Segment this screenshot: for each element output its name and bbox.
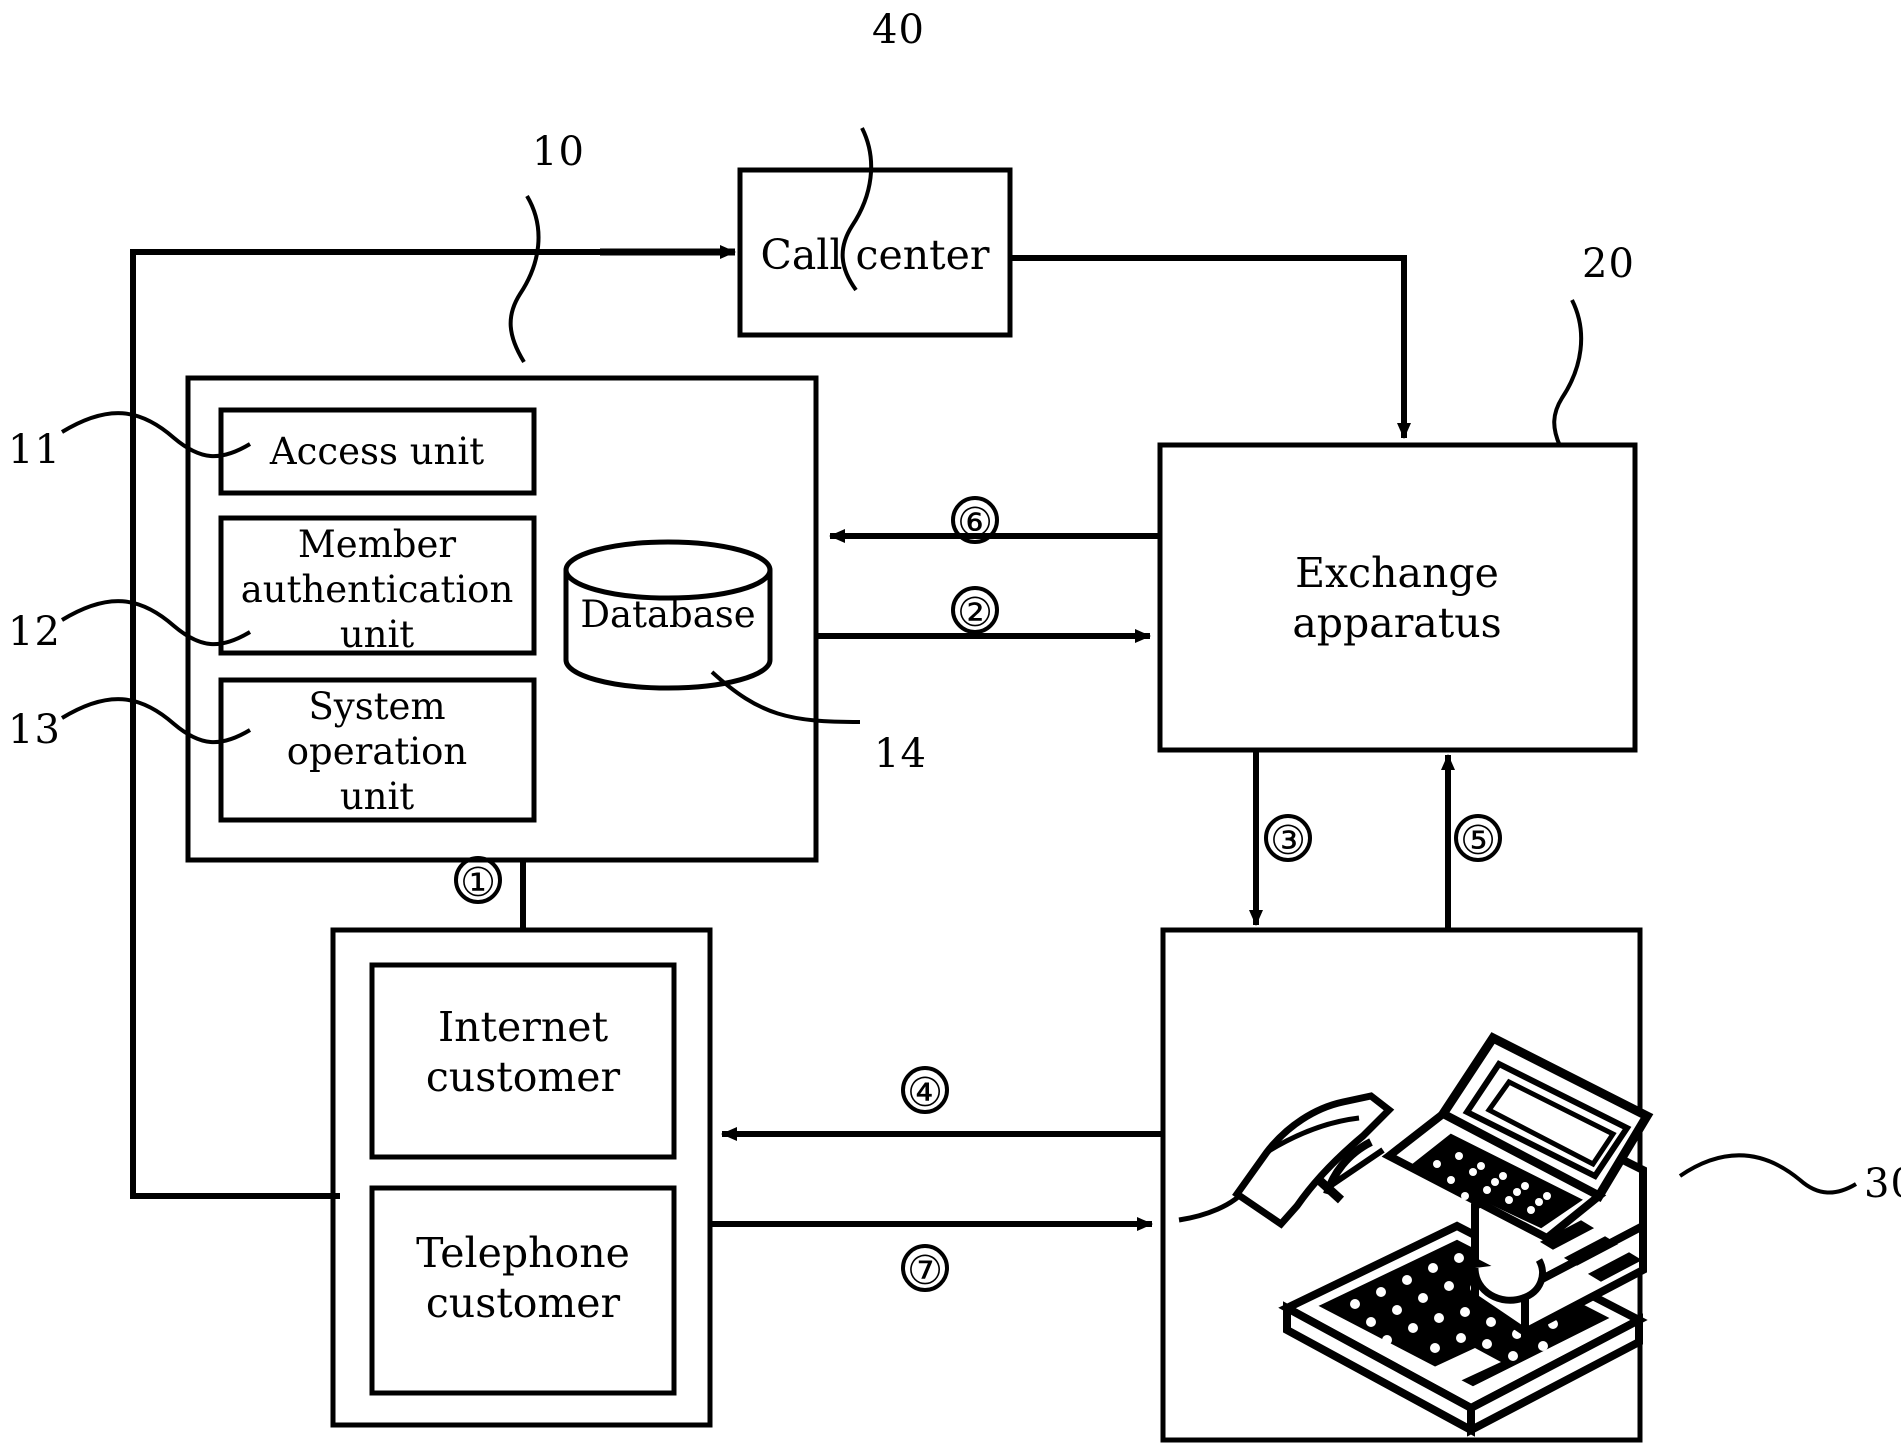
flow-marker-1: ① [460, 860, 496, 906]
database-top-ellipse [563, 539, 773, 601]
flow-marker-6: ⑥ [957, 500, 993, 546]
flow-marker-7: ⑦ [907, 1248, 943, 1294]
member-authentication-unit-label: Member authentication unit [240, 523, 514, 657]
figure-canvas: 40 10 20 11 12 13 14 30 Call center Acce… [0, 0, 1901, 1447]
call-center-label: Call center [760, 231, 990, 279]
internet-customer-label: Internet customer [425, 1003, 621, 1102]
leader-10 [508, 194, 541, 364]
ref-numeral-20: 20 [1582, 241, 1635, 287]
database-label: Database [580, 593, 756, 636]
ref-numeral-14: 14 [874, 731, 927, 777]
leader-30 [1678, 1153, 1858, 1195]
ref-numeral-11: 11 [8, 427, 61, 473]
ref-numeral-40: 40 [872, 7, 925, 53]
arrow-call-center-to-exchange [1010, 255, 1411, 439]
ref-numeral-13: 13 [8, 707, 61, 753]
access-unit-label: Access unit [269, 430, 485, 473]
database-bottom-arc [563, 659, 773, 691]
flow-marker-5: ⑤ [1460, 818, 1496, 864]
ref-numeral-30: 30 [1864, 1161, 1901, 1207]
system-operation-unit-label: System operation unit [286, 685, 468, 819]
ref-numeral-10: 10 [532, 129, 585, 175]
leader-20 [1552, 299, 1584, 447]
telephone-computer-keyboard-illustration [1178, 1032, 1654, 1437]
flow-marker-4: ④ [907, 1070, 943, 1116]
ref-numeral-12: 12 [8, 609, 61, 655]
exchange-apparatus-label: Exchange apparatus [1292, 549, 1502, 648]
flow-marker-2: ② [957, 590, 993, 636]
flow-marker-3: ③ [1270, 818, 1306, 864]
telephone-customer-label: Telephone customer [416, 1229, 630, 1328]
